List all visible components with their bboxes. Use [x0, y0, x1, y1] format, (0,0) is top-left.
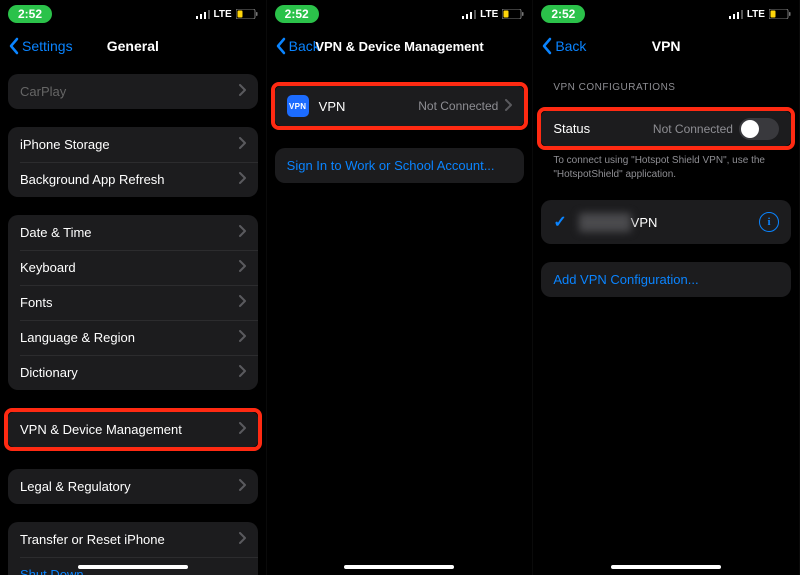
- signal-icon: [196, 9, 210, 19]
- back-button[interactable]: Settings: [8, 37, 73, 55]
- row-label: Dictionary: [20, 365, 238, 380]
- status-right: LTE: [196, 9, 258, 20]
- nav-bar: Settings General: [0, 28, 266, 64]
- chevron-right-icon: [238, 330, 246, 345]
- chevron-right-icon: [238, 172, 246, 187]
- row-keyboard[interactable]: Keyboard: [8, 250, 258, 285]
- row-transfer-reset[interactable]: Transfer or Reset iPhone: [8, 522, 258, 557]
- status-bar: 2:52 LTE: [533, 0, 799, 28]
- row-vpn-device-management[interactable]: VPN & Device Management: [8, 412, 258, 447]
- signal-icon: [729, 9, 743, 19]
- chevron-left-icon: [541, 37, 553, 55]
- network-label: LTE: [747, 9, 765, 20]
- home-indicator[interactable]: [78, 565, 188, 569]
- row-label: Status: [553, 121, 653, 136]
- status-bar: 2:52 LTE: [0, 0, 266, 28]
- row-fonts[interactable]: Fonts: [8, 285, 258, 320]
- row-label: Add VPN Configuration...: [553, 272, 779, 287]
- row-legal-regulatory[interactable]: Legal & Regulatory: [8, 469, 258, 504]
- row-background-app-refresh[interactable]: Background App Refresh: [8, 162, 258, 197]
- settings-list: CarPlay iPhone Storage Background App Re…: [0, 64, 266, 575]
- chevron-right-icon: [238, 532, 246, 547]
- network-label: LTE: [214, 9, 232, 20]
- chevron-right-icon: [238, 365, 246, 380]
- chevron-right-icon: [504, 99, 512, 114]
- chevron-right-icon: [238, 137, 246, 152]
- status-hint: To connect using "Hotspot Shield VPN", u…: [541, 150, 791, 182]
- vpn-config-list: VPN CONFIGURATIONS Status Not Connected …: [533, 64, 799, 575]
- chevron-right-icon: [238, 479, 246, 494]
- row-language-region[interactable]: Language & Region: [8, 320, 258, 355]
- home-indicator[interactable]: [611, 565, 721, 569]
- row-label: Sign In to Work or School Account...: [287, 158, 513, 173]
- row-date-time[interactable]: Date & Time: [8, 215, 258, 250]
- row-label: Legal & Regulatory: [20, 479, 238, 494]
- row-label: Fonts: [20, 295, 238, 310]
- row-carplay[interactable]: CarPlay: [8, 74, 258, 109]
- back-button[interactable]: Back: [541, 37, 586, 55]
- status-bar: 2:52 LTE: [267, 0, 533, 28]
- row-label: iPhone Storage: [20, 137, 238, 152]
- panel-vpn-device-management: 2:52 LTE Back VPN & Device Management VP…: [267, 0, 534, 575]
- row-label: Keyboard: [20, 260, 238, 275]
- chevron-right-icon: [238, 422, 246, 437]
- row-iphone-storage[interactable]: iPhone Storage: [8, 127, 258, 162]
- row-label: Date & Time: [20, 225, 238, 240]
- row-vpn-config[interactable]: ✓ VPN i: [541, 200, 791, 244]
- signal-icon: [462, 9, 476, 19]
- row-label: Transfer or Reset iPhone: [20, 532, 238, 547]
- clock-pill: 2:52: [275, 5, 319, 23]
- chevron-left-icon: [8, 37, 20, 55]
- status-right: LTE: [729, 9, 791, 20]
- row-label: VPN & Device Management: [20, 422, 238, 437]
- redacted-text: [579, 213, 630, 232]
- chevron-right-icon: [238, 84, 246, 99]
- row-dictionary[interactable]: Dictionary: [8, 355, 258, 390]
- vpn-app-icon: VPN: [287, 95, 309, 117]
- row-value: Not Connected: [418, 99, 498, 113]
- battery-icon: [236, 9, 258, 19]
- panel-general: 2:52 LTE Settings General CarPlay iP: [0, 0, 267, 575]
- row-signin-work-school[interactable]: Sign In to Work or School Account...: [275, 148, 525, 183]
- panel-vpn: 2:52 LTE Back VPN VPN CONFIGURATIONS Sta…: [533, 0, 800, 575]
- section-header: VPN CONFIGURATIONS: [541, 64, 791, 97]
- row-label: CarPlay: [20, 84, 238, 99]
- battery-icon: [769, 9, 791, 19]
- back-button[interactable]: Back: [275, 37, 320, 55]
- back-label: Back: [289, 38, 320, 54]
- clock-pill: 2:52: [8, 5, 52, 23]
- chevron-left-icon: [275, 37, 287, 55]
- row-status: Status Not Connected: [541, 111, 791, 146]
- row-label: Language & Region: [20, 330, 238, 345]
- row-add-vpn-config[interactable]: Add VPN Configuration...: [541, 262, 791, 297]
- back-label: Back: [555, 38, 586, 54]
- battery-icon: [502, 9, 524, 19]
- nav-bar: Back VPN & Device Management: [267, 28, 533, 64]
- network-label: LTE: [480, 9, 498, 20]
- highlight-status-row: Status Not Connected: [537, 107, 795, 150]
- nav-bar: Back VPN: [533, 28, 799, 64]
- config-suffix: VPN: [631, 215, 658, 230]
- chevron-right-icon: [238, 295, 246, 310]
- highlight-vpn-row: VPN VPN Not Connected: [271, 82, 529, 130]
- status-value: Not Connected: [653, 122, 733, 136]
- home-indicator[interactable]: [344, 565, 454, 569]
- config-name: VPN: [579, 215, 751, 230]
- chevron-right-icon: [238, 225, 246, 240]
- row-label: Background App Refresh: [20, 172, 238, 187]
- highlight-vpn-device: VPN & Device Management: [4, 408, 262, 451]
- checkmark-icon: ✓: [553, 212, 569, 232]
- row-label: VPN: [319, 99, 419, 114]
- chevron-right-icon: [238, 260, 246, 275]
- vpn-device-list: VPN VPN Not Connected Sign In to Work or…: [267, 64, 533, 575]
- status-toggle[interactable]: [739, 118, 779, 140]
- back-label: Settings: [22, 38, 73, 54]
- clock-pill: 2:52: [541, 5, 585, 23]
- status-right: LTE: [462, 9, 524, 20]
- row-vpn[interactable]: VPN VPN Not Connected: [275, 86, 525, 126]
- info-icon[interactable]: i: [759, 212, 779, 232]
